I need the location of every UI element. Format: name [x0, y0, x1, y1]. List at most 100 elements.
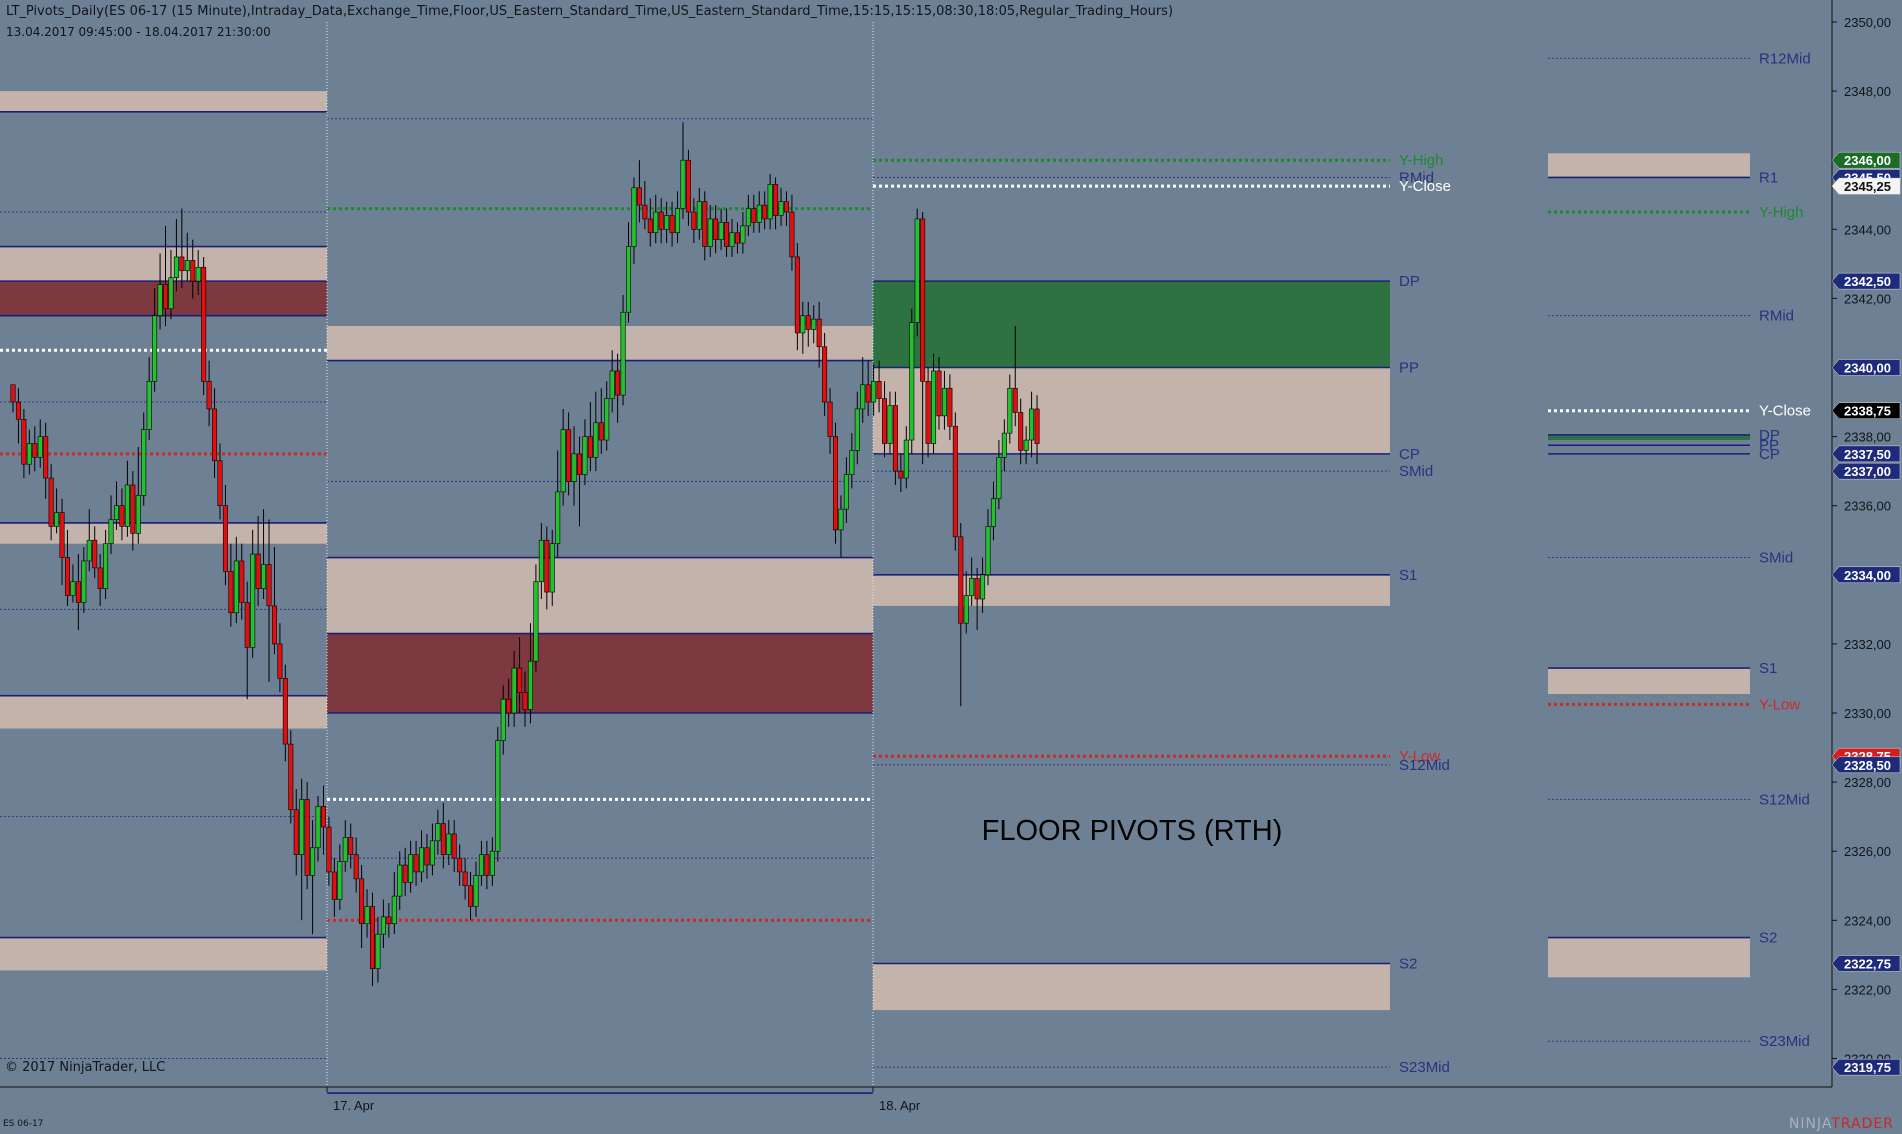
candle-body [173, 256, 179, 278]
candle-body [124, 484, 130, 527]
candle-body [947, 387, 953, 427]
candle-body [816, 318, 822, 348]
pivot-label-r1: R1 [1759, 169, 1778, 186]
price-tick-label: 2348,00 [1844, 84, 1891, 99]
candle-body [1007, 387, 1013, 434]
candle-body [212, 408, 218, 462]
candle-body [440, 823, 446, 855]
candle-body [903, 439, 909, 479]
candle-body [609, 370, 615, 399]
candle-body [157, 284, 163, 316]
pivot-label-s1: S1 [1399, 567, 1417, 584]
instrument-label: ES 06-17 [3, 1119, 44, 1129]
candle-body [854, 408, 860, 451]
candle-body [108, 519, 114, 545]
candle-body [544, 539, 550, 593]
pivot-zone [1548, 153, 1750, 178]
candle-body [680, 159, 686, 209]
price-marker-label: 2319,75 [1844, 1060, 1891, 1075]
candle-body [549, 543, 555, 593]
candle-body [876, 381, 882, 399]
candle-body [495, 740, 501, 852]
pivot-zone [0, 937, 327, 971]
candle-body [315, 805, 321, 849]
candle-body [576, 453, 582, 475]
candle-body [783, 201, 789, 213]
chart-title: LT_Pivots_Daily(ES 06-17 (15 Minute),Int… [6, 4, 1174, 19]
candle-body [958, 536, 964, 624]
candle-body [304, 799, 310, 876]
chart-annotation: FLOOR PIVOTS (RTH) [982, 815, 1283, 847]
candle-body [827, 401, 833, 437]
candle-body [451, 833, 457, 859]
pivot-label-y-close: Y-Close [1399, 178, 1451, 195]
price-tick-label: 2324,00 [1844, 913, 1891, 928]
candle-body [860, 384, 866, 410]
chart-canvas[interactable]: Y-HighRMidY-CloseDPPPCPSMidS1Y-LowS12Mid… [0, 0, 1902, 1134]
price-axis[interactable]: 2350,00 2348,00 2346,00 2344,00 2342,00 2340,… [1831, 0, 1901, 1087]
candle-body [310, 847, 316, 876]
candle-body [190, 260, 196, 282]
candle-body [969, 577, 975, 596]
price-tick-label: 2350,00 [1844, 15, 1891, 30]
candle-body [250, 553, 256, 648]
candle-body [282, 678, 288, 745]
candle-body [626, 246, 632, 313]
candle-body [255, 553, 261, 589]
price-tick-label: 2328,00 [1844, 775, 1891, 790]
candle-body [299, 799, 305, 855]
candle-body [604, 398, 610, 441]
price-marker-label: 2340,00 [1844, 361, 1891, 376]
candle-body [326, 826, 332, 873]
candle-body [778, 201, 784, 216]
pivot-label-s12mid: S12Mid [1399, 757, 1450, 774]
candle-body [103, 543, 109, 589]
candle-body [402, 864, 408, 883]
price-marker-label: 2338,75 [1844, 404, 1891, 419]
candle-body [293, 809, 299, 855]
candle-body [26, 443, 32, 465]
candle-body [718, 222, 724, 240]
candle-body [489, 850, 495, 876]
candle-body [380, 916, 386, 935]
time-tick-label: 18. Apr [879, 1098, 921, 1113]
price-tick-label: 2330,00 [1844, 706, 1891, 721]
candle-body [168, 277, 174, 310]
candle-body [647, 218, 653, 234]
candle-body [15, 401, 21, 420]
candle-body [462, 871, 468, 887]
pivot-zone [873, 574, 1390, 606]
candle-body [843, 474, 849, 510]
candle-body [201, 267, 207, 382]
candle-body [370, 906, 376, 969]
candle-body [963, 595, 969, 624]
pivot-zones [0, 91, 1750, 1011]
candle-body [675, 208, 681, 234]
candle-body [130, 484, 136, 534]
candle-body [620, 311, 626, 396]
candle-body [75, 581, 81, 603]
pivot-zone [873, 281, 1390, 368]
pivot-label-s2: S2 [1399, 955, 1417, 972]
candle-body [615, 370, 621, 396]
candle-body [669, 215, 675, 234]
candle-body [696, 201, 702, 230]
price-tick-label: 2338,00 [1844, 430, 1891, 445]
candle-body [141, 429, 147, 496]
pivot-label-dp: DP [1399, 273, 1420, 290]
logo-left: NINJA [1788, 1116, 1832, 1132]
candle-body [424, 847, 430, 866]
candle-body [811, 318, 817, 330]
pivot-label-y-low: Y-Low [1759, 696, 1800, 713]
candle-body [974, 577, 980, 600]
time-axis[interactable]: 17. Apr 18. Apr [0, 1086, 1832, 1113]
candle-body [135, 495, 141, 534]
candle-body [571, 453, 577, 482]
price-tick-label: 2322,00 [1844, 982, 1891, 997]
candle-body [707, 218, 713, 247]
candle-body [64, 557, 70, 596]
candle-body [244, 602, 250, 648]
candle-body [538, 539, 544, 583]
candle-body [364, 906, 370, 925]
candle-body [419, 847, 425, 873]
